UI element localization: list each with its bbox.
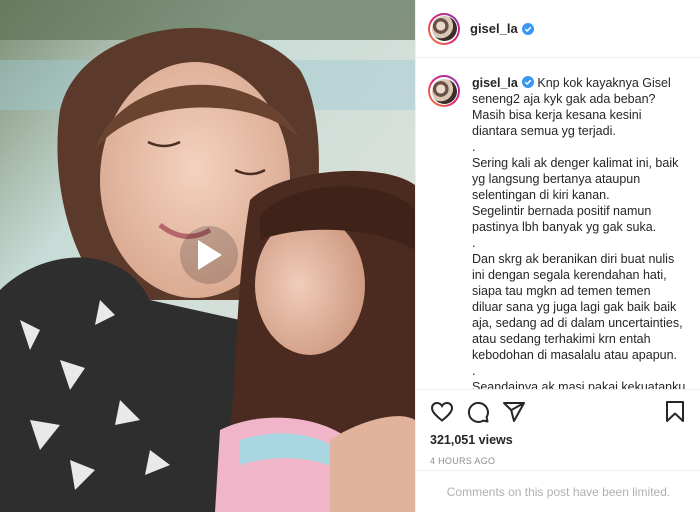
comments-limited-notice: Comments on this post have been limited. xyxy=(416,470,700,512)
caption-line-2: seneng2 aja kyk gak ada beban? xyxy=(472,92,656,106)
caption-line-18: kebodohan di masalalu atau apapun. xyxy=(472,348,678,362)
heart-icon xyxy=(430,401,454,422)
share-button[interactable] xyxy=(502,400,526,424)
caption-line-9: Segelintir bernada positif namun xyxy=(472,204,652,218)
post-actions: 321,051 views 4 HOURS AGO xyxy=(416,389,700,469)
caption-line-4: diantara semua yg terjadi. xyxy=(472,124,616,138)
bookmark-icon xyxy=(666,401,684,422)
action-icons xyxy=(430,400,687,424)
comment-icon xyxy=(467,401,489,423)
save-button[interactable] xyxy=(663,400,687,424)
post-header: gisel_la xyxy=(416,0,700,58)
paper-plane-icon xyxy=(503,402,525,422)
caption-section: gisel_la Knp kok kayaknya Gisel seneng2 … xyxy=(416,59,700,389)
view-count[interactable]: 321,051 views xyxy=(430,433,687,447)
caption-avatar[interactable] xyxy=(428,75,460,107)
caption-line-6: Sering kali ak denger kalimat ini, baik xyxy=(472,156,679,170)
caption-line-20: Seandainya ak masi pakai kekuatanku xyxy=(472,380,686,389)
caption-username[interactable]: gisel_la xyxy=(472,76,518,90)
caption-line-8: selentingan di kiri kanan. xyxy=(472,188,610,202)
caption-line-15: diluar sana yg juga lagi gak baik baik xyxy=(472,300,677,314)
verified-badge-icon xyxy=(521,22,534,35)
verified-badge-icon xyxy=(521,76,534,88)
comment-button[interactable] xyxy=(466,400,490,424)
post-timestamp[interactable]: 4 HOURS AGO xyxy=(430,456,687,466)
caption-line-16: aja, sedang ad di dalam uncertainties, xyxy=(472,316,683,330)
caption-line-5: . xyxy=(472,140,476,154)
post-video[interactable] xyxy=(0,0,415,512)
header-username[interactable]: gisel_la xyxy=(470,21,518,36)
caption-line-14: siapa tau mgkn ad temen temen xyxy=(472,284,651,298)
caption-line-12: Dan skrg ak beranikan diri buat nulis xyxy=(472,252,675,266)
caption-line-13: ini dengan segala kerendahan hati, xyxy=(472,268,667,282)
caption-text: gisel_la Knp kok kayaknya Gisel seneng2 … xyxy=(472,75,689,389)
avatar[interactable] xyxy=(428,12,460,45)
caption-line-17: atau sedang terhakimi krn entah xyxy=(472,332,651,346)
caption-line-11: . xyxy=(472,236,476,250)
play-icon xyxy=(198,240,222,270)
caption-line-7: yg langsung bertanya ataupun xyxy=(472,172,641,186)
like-button[interactable] xyxy=(430,400,454,424)
caption-line-10: pastinya lbh banyak yg gak suka. xyxy=(472,220,657,234)
post-side-panel: gisel_la gisel_la Knp kok kayaknya Gisel… xyxy=(415,0,700,512)
caption-line-19: . xyxy=(472,364,476,378)
caption-line-1: Knp kok kayaknya Gisel xyxy=(537,76,671,90)
caption-line-3: Masih bisa kerja kesana kesini xyxy=(472,108,642,122)
play-button[interactable] xyxy=(180,226,238,284)
